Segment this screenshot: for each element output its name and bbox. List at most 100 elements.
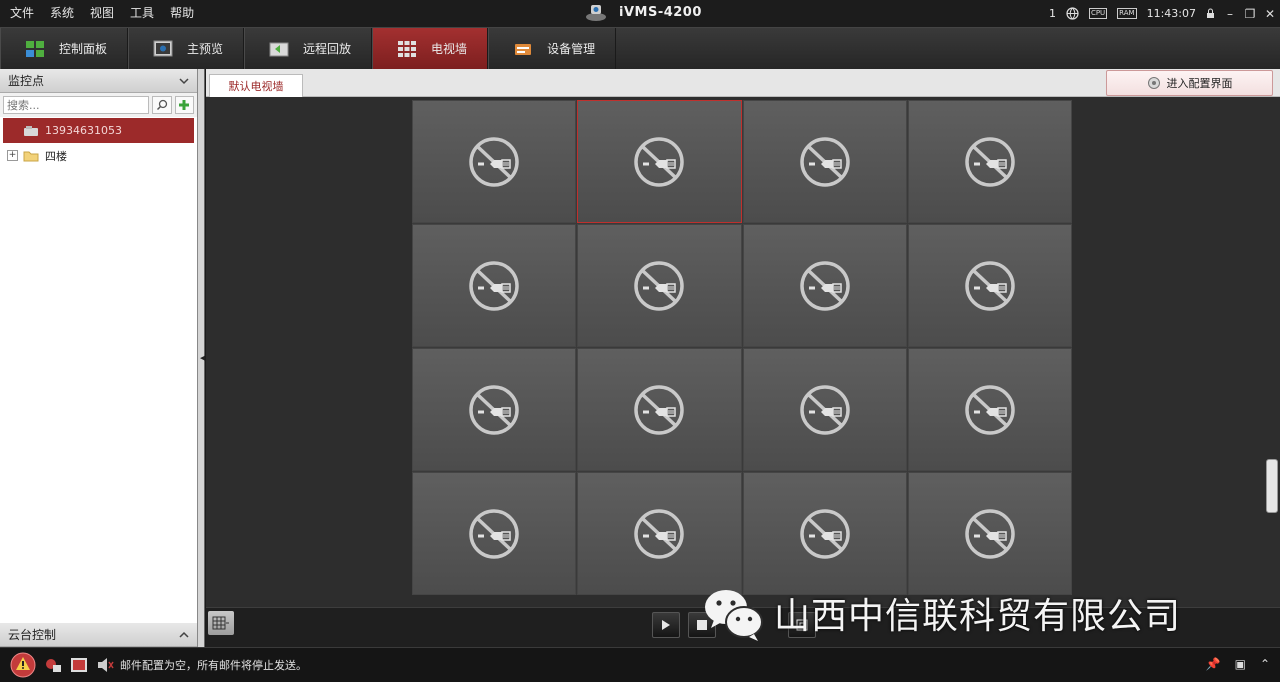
wall-cell[interactable] bbox=[742, 100, 907, 223]
pin-icon[interactable]: 📌 bbox=[1206, 657, 1221, 671]
expand-up-icon[interactable]: ⌃ bbox=[1260, 657, 1270, 671]
status-message: 邮件配置为空，所有邮件将停止发送。 bbox=[120, 659, 307, 672]
ptz-panel-header[interactable]: 云台控制 bbox=[0, 623, 197, 647]
status-actions: 📌 ▣ ⌃ bbox=[1206, 657, 1270, 671]
tab-main-view[interactable]: 主预览 bbox=[128, 28, 245, 69]
status-bar: 邮件配置为空，所有邮件将停止发送。 📌 ▣ ⌃ bbox=[0, 647, 1280, 682]
no-signal-icon bbox=[634, 136, 685, 187]
no-signal-icon bbox=[634, 260, 685, 311]
tree-item-area[interactable]: + 四楼 bbox=[0, 143, 197, 168]
wall-tab-strip: 默认电视墙 进入配置界面 bbox=[206, 69, 1280, 97]
search-row bbox=[0, 93, 197, 117]
event-log-icon[interactable] bbox=[70, 657, 88, 673]
tree-item-device[interactable]: 13934631053 bbox=[3, 118, 194, 143]
app-logo-icon bbox=[586, 5, 606, 21]
cpu-label: CPU bbox=[1088, 8, 1108, 19]
search-input[interactable] bbox=[3, 96, 149, 114]
wall-cell[interactable] bbox=[907, 100, 1072, 223]
no-signal-icon bbox=[634, 508, 685, 559]
remote-playback-icon bbox=[269, 42, 289, 56]
folder-icon bbox=[23, 151, 39, 161]
no-signal-icon bbox=[634, 384, 685, 435]
menu-file[interactable]: 文件 bbox=[2, 0, 42, 27]
grid-layout-icon bbox=[212, 616, 229, 630]
expand-icon[interactable]: + bbox=[7, 150, 18, 161]
no-signal-icon bbox=[965, 136, 1015, 187]
wall-cell[interactable] bbox=[577, 224, 742, 347]
module-toolbar: 控制面板 主预览 远程回放 电视墙 设备管理 bbox=[0, 27, 1280, 69]
tree-item-label: 13934631053 bbox=[45, 124, 122, 137]
globe-icon[interactable] bbox=[1066, 7, 1079, 20]
collapse-arrow-icon[interactable]: ◀ bbox=[200, 354, 205, 362]
no-signal-icon bbox=[799, 260, 850, 311]
search-button[interactable] bbox=[152, 96, 172, 114]
menu-system[interactable]: 系统 bbox=[42, 0, 82, 27]
wall-cell[interactable] bbox=[742, 348, 907, 471]
chevron-down-icon[interactable] bbox=[179, 77, 189, 85]
close-icon[interactable]: ✕ bbox=[1260, 7, 1280, 21]
enter-config-button[interactable]: 进入配置界面 bbox=[1106, 70, 1273, 96]
minimize-icon[interactable]: – bbox=[1220, 7, 1240, 21]
wall-cell[interactable] bbox=[577, 100, 742, 223]
app-title: iVMS-4200 bbox=[619, 4, 702, 20]
system-tray: 1 CPU RAM 11:43:07 – ❐ ✕ bbox=[1044, 0, 1280, 27]
tab-default-wall[interactable]: 默认电视墙 bbox=[209, 74, 303, 97]
menu-view[interactable]: 视图 bbox=[82, 0, 122, 27]
wall-cell[interactable] bbox=[412, 348, 577, 471]
wall-cell[interactable] bbox=[412, 472, 577, 595]
control-panel-icon bbox=[26, 40, 44, 57]
config-button-label: 进入配置界面 bbox=[1166, 77, 1233, 90]
tab-device-management[interactable]: 设备管理 bbox=[488, 28, 617, 69]
wall-cell[interactable] bbox=[907, 472, 1072, 595]
plus-icon bbox=[179, 100, 190, 110]
camera-panel-title: 监控点 bbox=[8, 74, 45, 88]
no-signal-icon bbox=[469, 508, 519, 559]
play-button[interactable] bbox=[652, 612, 680, 638]
app-title-area: iVMS-4200 bbox=[585, 2, 702, 22]
alarm-log-icon[interactable] bbox=[44, 657, 62, 673]
restore-icon[interactable]: ❐ bbox=[1240, 7, 1260, 21]
tab-control-panel[interactable]: 控制面板 bbox=[0, 28, 129, 69]
lock-icon[interactable] bbox=[1206, 8, 1215, 19]
camera-panel: 监控点 13934631053 + 四楼 云台控制 bbox=[0, 69, 198, 647]
ram-label: RAM bbox=[1117, 8, 1137, 19]
tab-remote-playback[interactable]: 远程回放 bbox=[244, 28, 373, 69]
wall-cell[interactable] bbox=[907, 224, 1072, 347]
no-signal-icon bbox=[469, 384, 519, 435]
tab-label: 电视墙 bbox=[431, 42, 468, 56]
wall-grid bbox=[412, 100, 1072, 595]
wall-cell[interactable] bbox=[907, 348, 1072, 471]
device-icon bbox=[24, 125, 38, 136]
no-signal-icon bbox=[469, 260, 519, 311]
wall-cell[interactable] bbox=[742, 224, 907, 347]
video-wall-area: 默认电视墙 进入配置界面 bbox=[206, 69, 1280, 647]
layout-button[interactable] bbox=[208, 611, 234, 635]
wall-cell[interactable] bbox=[412, 100, 577, 223]
chevron-up-icon[interactable] bbox=[179, 631, 189, 639]
no-signal-icon bbox=[799, 508, 850, 559]
no-signal-icon bbox=[965, 260, 1015, 311]
tab-video-wall[interactable]: 电视墙 bbox=[372, 28, 489, 69]
no-signal-icon bbox=[469, 136, 519, 187]
no-signal-icon bbox=[799, 136, 850, 187]
menu-tools[interactable]: 工具 bbox=[122, 0, 162, 27]
tab-label: 远程回放 bbox=[303, 42, 352, 56]
video-wall-icon bbox=[398, 40, 417, 57]
right-panel-handle[interactable] bbox=[1266, 459, 1278, 513]
wall-cell[interactable] bbox=[742, 472, 907, 595]
menu-help[interactable]: 帮助 bbox=[162, 0, 202, 27]
warning-icon[interactable] bbox=[10, 652, 36, 678]
camera-panel-header[interactable]: 监控点 bbox=[0, 69, 197, 93]
sound-icon[interactable] bbox=[96, 657, 114, 673]
search-icon bbox=[156, 99, 167, 111]
wall-cell[interactable] bbox=[412, 224, 577, 347]
wall-cell[interactable] bbox=[577, 472, 742, 595]
clock: 11:43:07 bbox=[1146, 7, 1196, 20]
window-icon[interactable]: ▣ bbox=[1235, 657, 1246, 671]
watermark-text: 山西中信联科贸有限公司 bbox=[774, 596, 1182, 637]
add-button[interactable] bbox=[174, 96, 194, 114]
menu-list: 文件 系统 视图 工具 帮助 bbox=[0, 0, 202, 27]
tree-item-label: 四楼 bbox=[45, 149, 67, 163]
wall-cell[interactable] bbox=[577, 348, 742, 471]
no-signal-icon bbox=[965, 384, 1015, 435]
